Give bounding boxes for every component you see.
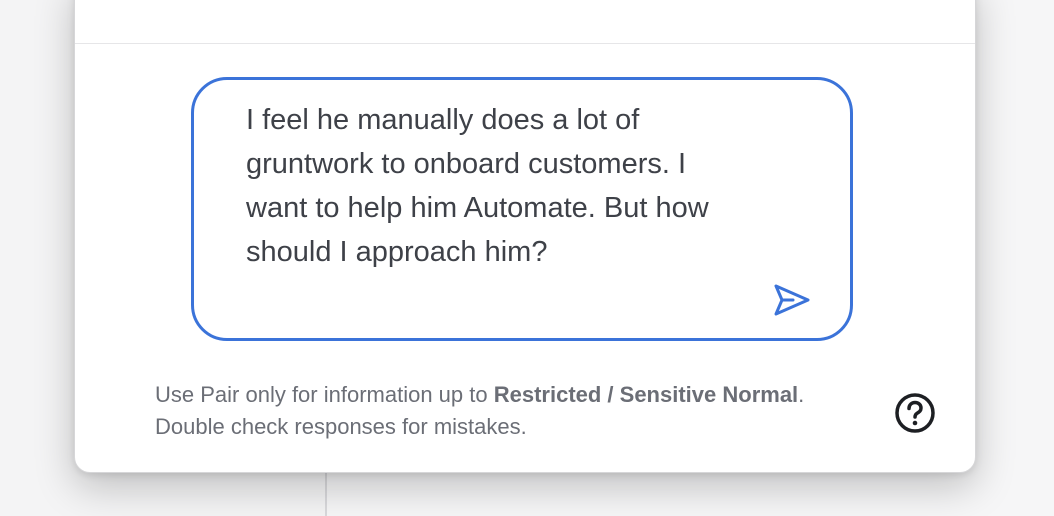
disclaimer-prefix: Use Pair only for information up to [155,382,494,407]
chat-modal: I feel he manually does a lot of gruntwo… [74,0,976,473]
send-icon [774,284,810,316]
message-input[interactable]: I feel he manually does a lot of gruntwo… [246,98,716,274]
usage-disclaimer: Use Pair only for information up to Rest… [155,379,835,443]
data-classification: Restricted / Sensitive Normal [493,382,799,407]
send-button[interactable] [772,280,812,320]
help-button[interactable] [893,391,937,435]
help-circle-icon [895,393,935,433]
message-composer[interactable]: I feel he manually does a lot of gruntwo… [191,77,853,341]
modal-divider [75,43,975,44]
